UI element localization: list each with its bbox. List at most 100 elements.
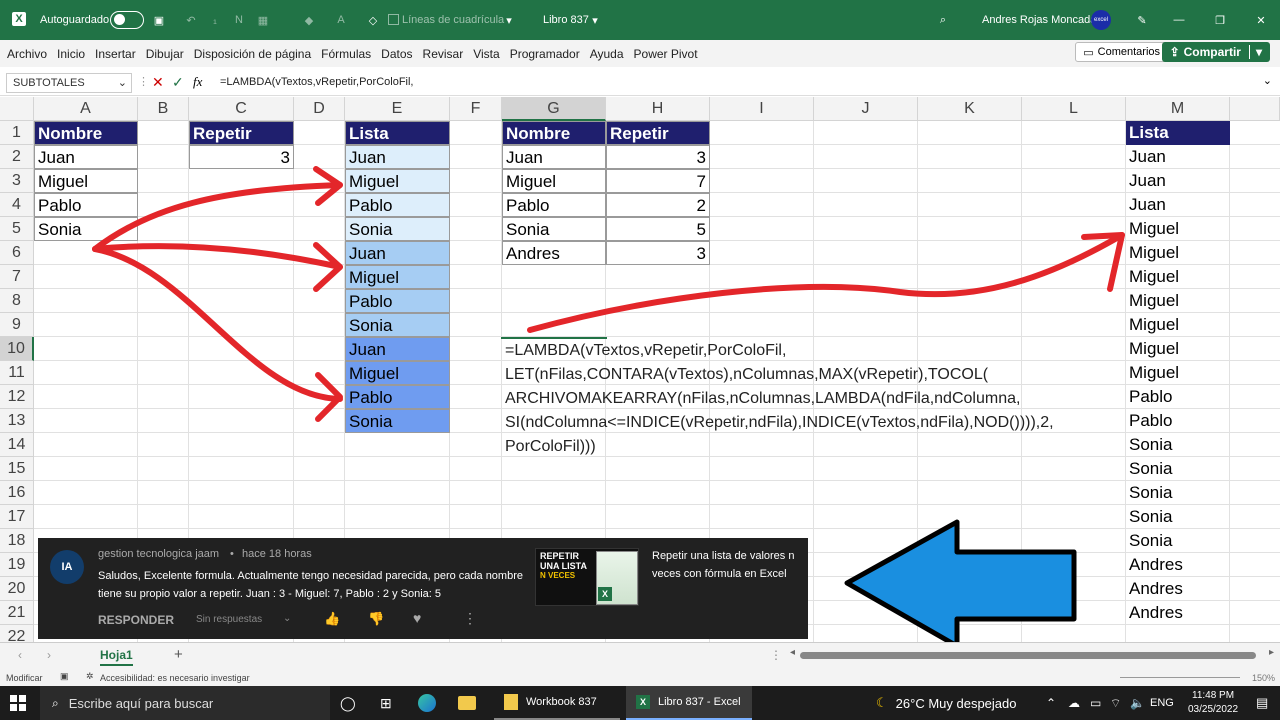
tab-programador[interactable]: Programador xyxy=(510,47,580,61)
fill-color-icon[interactable]: ◆ xyxy=(302,13,316,27)
heart-icon[interactable]: ♥ xyxy=(413,610,421,626)
taskbar-app-workbook[interactable]: Workbook 837 xyxy=(494,686,620,720)
lista-m-cell[interactable]: Andres xyxy=(1126,601,1230,625)
header-repetir-c[interactable]: Repetir xyxy=(189,121,294,145)
tray-chevron-icon[interactable]: ⌃ xyxy=(1046,686,1056,720)
lista-e-cell[interactable]: Sonia xyxy=(345,313,450,337)
row-header-18[interactable]: 18 xyxy=(0,529,34,553)
accessibility-icon[interactable]: ✲ xyxy=(86,671,94,682)
lista-m-cell[interactable]: Miguel xyxy=(1126,361,1230,385)
comments-button[interactable]: ▭ Comentarios xyxy=(1075,42,1168,62)
column-header-l[interactable]: L xyxy=(1022,97,1126,121)
sheet-tab-hoja1[interactable]: Hoja1 xyxy=(100,648,133,666)
lista-e-cell[interactable]: Juan xyxy=(345,145,450,169)
lista-e-cell[interactable]: Pablo xyxy=(345,289,450,313)
lista-m-cell[interactable]: Andres xyxy=(1126,577,1230,601)
video-thumbnail[interactable]: REPETIR UNA LISTA N VECES X xyxy=(535,548,639,606)
weather-widget[interactable]: ☾ 26°C Muy despejado xyxy=(876,686,1016,720)
column-header-b[interactable]: B xyxy=(138,97,189,121)
like-icon[interactable]: 👍 xyxy=(324,611,340,627)
row-header-21[interactable]: 21 xyxy=(0,601,34,625)
table-gh-name-cell[interactable]: Juan xyxy=(502,145,606,169)
lista-m-cell[interactable]: Pablo xyxy=(1126,385,1230,409)
lista-m-cell[interactable]: Sonia xyxy=(1126,457,1230,481)
row-header-13[interactable]: 13 xyxy=(0,409,34,433)
save-icon[interactable]: ▣ xyxy=(152,13,166,27)
column-header-f[interactable]: F xyxy=(450,97,502,121)
start-button[interactable] xyxy=(10,686,30,720)
pen-icon[interactable]: ✎ xyxy=(1135,13,1149,27)
lista-m-cell[interactable]: Juan xyxy=(1126,193,1230,217)
row-header-12[interactable]: 12 xyxy=(0,385,34,409)
column-header-m[interactable]: M xyxy=(1126,97,1230,121)
gridlines-checkbox[interactable] xyxy=(388,14,399,25)
fx-icon[interactable]: fx xyxy=(193,74,202,90)
lista-m-cell[interactable]: Sonia xyxy=(1126,529,1230,553)
tab-archivo[interactable]: Archivo xyxy=(7,47,47,61)
tab-inicio[interactable]: Inicio xyxy=(57,47,85,61)
lista-m-cell[interactable]: Miguel xyxy=(1126,241,1230,265)
zoom-level[interactable]: 150% xyxy=(1252,673,1275,683)
file-explorer-icon[interactable] xyxy=(458,686,476,720)
restore-icon[interactable]: ❐ xyxy=(1213,13,1227,27)
notifications-icon[interactable]: ▤ xyxy=(1256,686,1268,720)
taskbar-app-excel[interactable]: X Libro 837 - Excel xyxy=(626,686,752,720)
row-header-4[interactable]: 4 xyxy=(0,193,34,217)
row-header-8[interactable]: 8 xyxy=(0,289,34,313)
tab-ayuda[interactable]: Ayuda xyxy=(590,47,624,61)
lista-m-cell[interactable]: Miguel xyxy=(1126,217,1230,241)
table-gh-repeat-cell[interactable]: 3 xyxy=(606,241,710,265)
lista-m-cell[interactable]: Miguel xyxy=(1126,313,1230,337)
lista-e-cell[interactable]: Sonia xyxy=(345,409,450,433)
cell-a5[interactable]: Sonia xyxy=(34,217,138,241)
row-header-16[interactable]: 16 xyxy=(0,481,34,505)
table-gh-repeat-cell[interactable]: 7 xyxy=(606,169,710,193)
tab-insertar[interactable]: Insertar xyxy=(95,47,136,61)
tab-vista[interactable]: Vista xyxy=(473,47,499,61)
eraser-icon[interactable]: ◇ xyxy=(366,13,380,27)
widgets-icon[interactable]: ⊞ xyxy=(380,686,392,720)
column-header-c[interactable]: C xyxy=(189,97,294,121)
lista-m-cell[interactable]: Miguel xyxy=(1126,265,1230,289)
autosave-toggle[interactable] xyxy=(110,11,144,29)
header-nombre-g[interactable]: Nombre xyxy=(502,121,606,145)
avatar[interactable]: excel xyxy=(1091,10,1111,30)
lista-m-cell[interactable]: Sonia xyxy=(1126,433,1230,457)
chevron-down-icon[interactable]: ▾ xyxy=(1248,45,1262,59)
row-header-3[interactable]: 3 xyxy=(0,169,34,193)
share-button[interactable]: ⇪ Compartir ▾ xyxy=(1161,42,1270,62)
lista-m-cell[interactable]: Pablo xyxy=(1126,409,1230,433)
row-header-1[interactable]: 1 xyxy=(0,121,34,145)
tab-revisar[interactable]: Revisar xyxy=(423,47,464,61)
cell-a3[interactable]: Miguel xyxy=(34,169,138,193)
lista-e-cell[interactable]: Miguel xyxy=(345,265,450,289)
row-header-15[interactable]: 15 xyxy=(0,457,34,481)
header-repetir-h[interactable]: Repetir xyxy=(606,121,710,145)
add-sheet-button[interactable]: + xyxy=(174,646,183,663)
reply-button[interactable]: RESPONDER xyxy=(98,613,174,627)
column-header-a[interactable]: A xyxy=(34,97,138,121)
volume-icon[interactable]: 🔈 xyxy=(1130,686,1145,720)
more-icon[interactable]: ⋮ xyxy=(463,610,477,627)
video-title-2[interactable]: veces con fórmula en Excel xyxy=(652,568,787,580)
table-gh-name-cell[interactable]: Miguel xyxy=(502,169,606,193)
language-indicator[interactable]: ENG xyxy=(1150,686,1174,720)
tab-datos[interactable]: Datos xyxy=(381,47,412,61)
comment-avatar[interactable]: IA xyxy=(50,550,84,584)
header-nombre-a[interactable]: Nombre xyxy=(34,121,138,145)
lista-m-cell[interactable]: Andres xyxy=(1126,553,1230,577)
column-header-j[interactable]: J xyxy=(814,97,918,121)
cell-a4[interactable]: Pablo xyxy=(34,193,138,217)
table-gh-repeat-cell[interactable]: 2 xyxy=(606,193,710,217)
close-icon[interactable]: ✕ xyxy=(1254,13,1268,27)
row-header-10[interactable]: 10 xyxy=(0,337,34,361)
comment-author[interactable]: gestion tecnologica jaam xyxy=(98,548,219,560)
lista-e-cell[interactable]: Sonia xyxy=(345,217,450,241)
font-color-icon[interactable]: A xyxy=(334,13,348,27)
row-header-11[interactable]: 11 xyxy=(0,361,34,385)
row-header-7[interactable]: 7 xyxy=(0,265,34,289)
column-header-i[interactable]: I xyxy=(710,97,814,121)
column-header-d[interactable]: D xyxy=(294,97,345,121)
scroll-right-icon[interactable]: › xyxy=(47,648,51,662)
row-header-19[interactable]: 19 xyxy=(0,553,34,577)
